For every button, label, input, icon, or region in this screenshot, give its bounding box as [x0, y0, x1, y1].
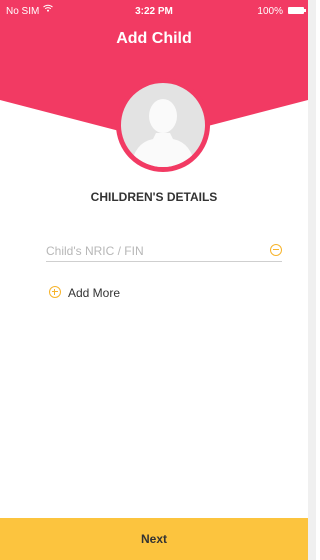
battery-icon [288, 7, 306, 14]
screen-border [308, 0, 316, 560]
avatar[interactable] [121, 83, 205, 167]
battery-percentage: 100% [257, 6, 283, 17]
add-circle-icon [49, 286, 61, 298]
add-more-label: Add More [68, 286, 121, 300]
nric-field [46, 242, 282, 264]
page-title: Add Child [116, 30, 192, 47]
nric-input[interactable] [46, 242, 256, 260]
remove-field-icon[interactable] [270, 244, 282, 256]
next-label: Next [140, 532, 167, 546]
add-child-screen: No SIM 3:22 PM 100% Add Child CHILDREN'S… [0, 0, 308, 560]
status-bar: No SIM 3:22 PM 100% [0, 0, 308, 22]
field-underline [46, 261, 282, 262]
avatar-placeholder-icon [131, 99, 195, 167]
section-title: CHILDREN'S DETAILS [90, 190, 218, 204]
next-button[interactable]: Next [0, 518, 308, 560]
